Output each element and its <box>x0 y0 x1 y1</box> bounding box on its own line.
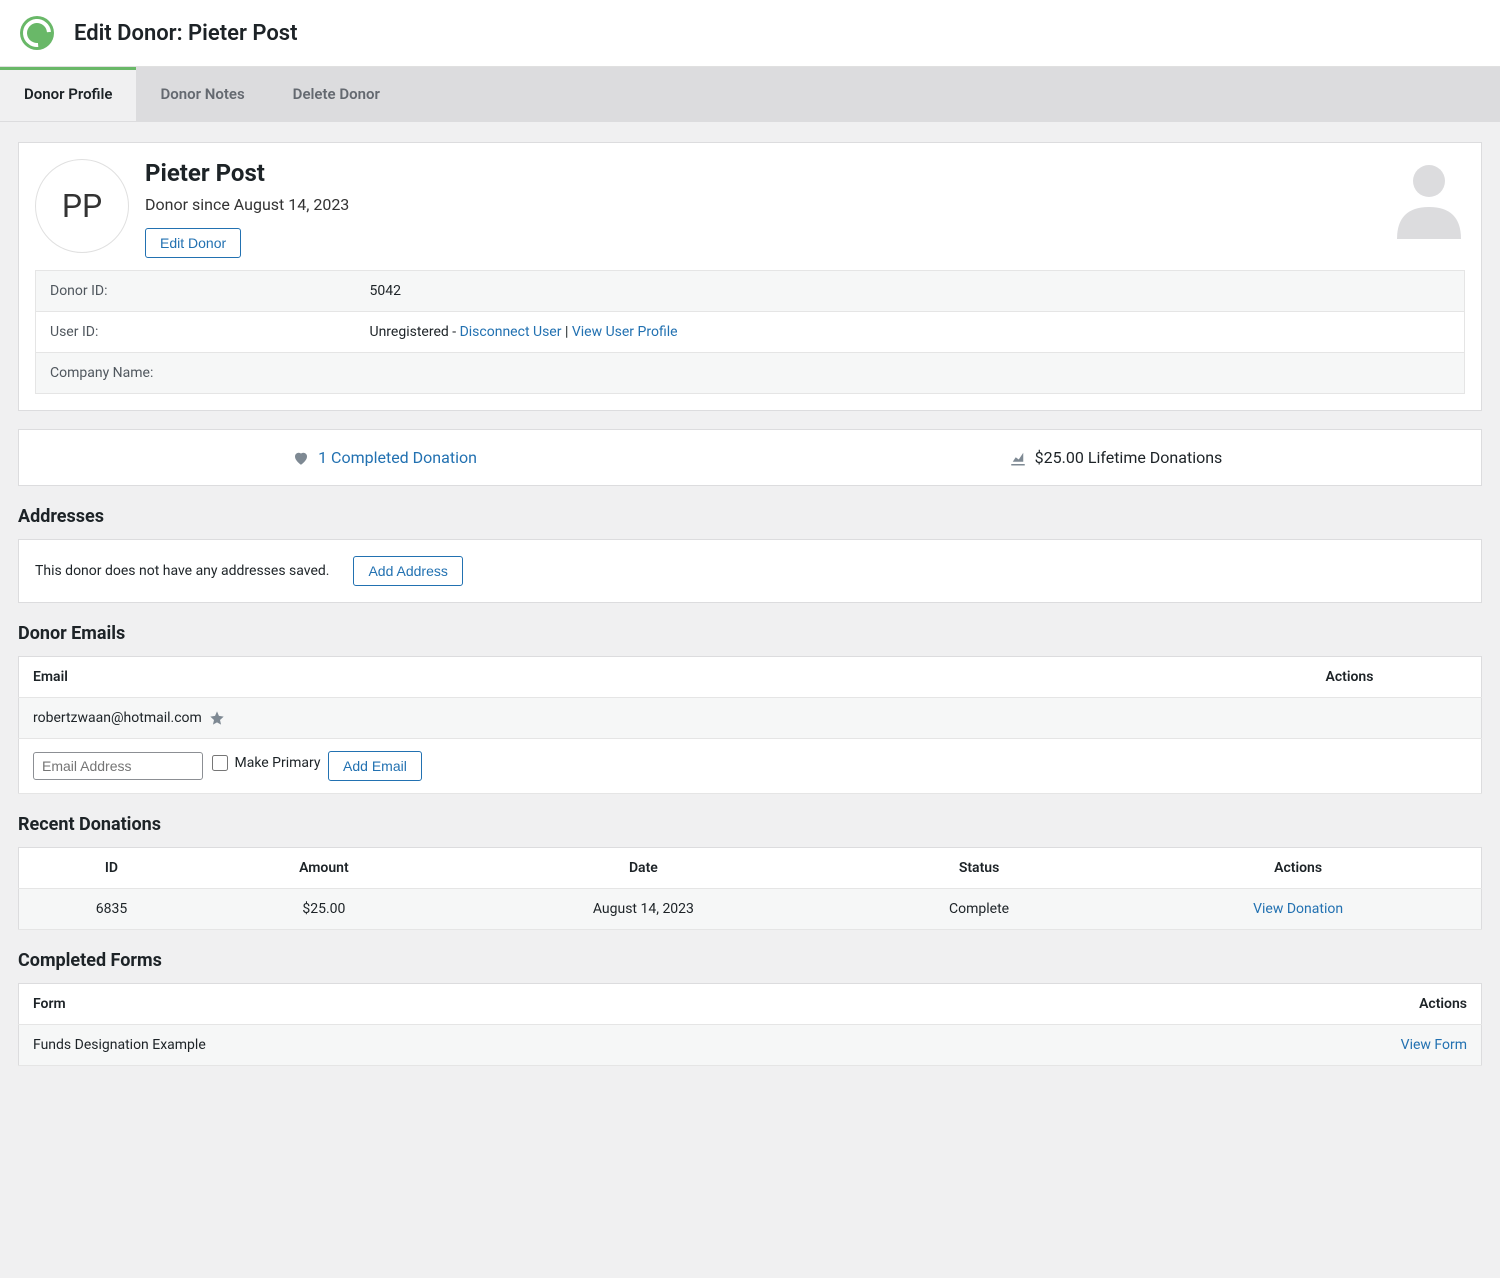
donor-emails-heading: Donor Emails <box>18 623 1482 644</box>
recent-col-actions: Actions <box>1115 848 1481 889</box>
row-company-name: Company Name: <box>36 353 1465 394</box>
tab-donor-profile[interactable]: Donor Profile <box>0 67 136 121</box>
add-address-button[interactable]: Add Address <box>353 556 462 586</box>
user-id-prefix: Unregistered - <box>370 324 460 340</box>
addresses-heading: Addresses <box>18 506 1482 527</box>
add-email-button[interactable]: Add Email <box>328 751 422 781</box>
recent-col-id: ID <box>19 848 204 889</box>
chart-icon <box>1009 449 1027 467</box>
make-primary-label: Make Primary <box>234 755 320 771</box>
completed-form-row: Funds Designation Example View Form <box>19 1025 1482 1066</box>
tab-delete-donor[interactable]: Delete Donor <box>269 67 404 121</box>
recent-donation-row: 6835 $25.00 August 14, 2023 Complete Vie… <box>19 889 1482 930</box>
disconnect-user-link[interactable]: Disconnect User <box>460 324 562 340</box>
donor-avatar: PP <box>35 159 129 253</box>
recent-donations-table: ID Amount Date Status Actions 6835 $25.0… <box>18 847 1482 930</box>
email-row-add: Make Primary Add Email <box>19 739 1482 794</box>
profile-card: PP Pieter Post Donor since August 14, 20… <box>18 142 1482 411</box>
tabs-nav: Donor Profile Donor Notes Delete Donor <box>0 67 1500 122</box>
email-row-primary: robertzwaan@hotmail.com <box>19 698 1482 739</box>
user-id-separator: | <box>561 324 571 340</box>
company-label: Company Name: <box>36 353 356 394</box>
recent-amount: $25.00 <box>204 889 444 930</box>
forms-col-form: Form <box>19 984 1312 1025</box>
addresses-card: This donor does not have any addresses s… <box>18 539 1482 603</box>
recent-status: Complete <box>843 889 1115 930</box>
recent-date: August 14, 2023 <box>444 889 843 930</box>
donor-name: Pieter Post <box>145 159 1377 187</box>
stats-card: 1 Completed Donation $25.00 Lifetime Don… <box>18 429 1482 486</box>
donor-details-table: Donor ID: 5042 User ID: Unregistered - D… <box>35 270 1465 394</box>
completed-forms-heading: Completed Forms <box>18 950 1482 971</box>
recent-donations-heading: Recent Donations <box>18 814 1482 835</box>
heart-icon <box>292 449 310 467</box>
row-user-id: User ID: Unregistered - Disconnect User … <box>36 312 1465 353</box>
completed-forms-table: Form Actions Funds Designation Example V… <box>18 983 1482 1066</box>
recent-col-date: Date <box>444 848 843 889</box>
edit-donor-button[interactable]: Edit Donor <box>145 228 241 258</box>
recent-col-status: Status <box>843 848 1115 889</box>
star-icon <box>209 710 225 726</box>
givewp-logo-icon <box>20 16 54 50</box>
emails-col-actions: Actions <box>1312 657 1482 698</box>
tab-donor-notes[interactable]: Donor Notes <box>136 67 268 121</box>
page-header: Edit Donor: Pieter Post <box>0 0 1500 67</box>
view-form-link[interactable]: View Form <box>1401 1037 1467 1053</box>
user-id-label: User ID: <box>36 312 356 353</box>
company-value <box>356 353 1465 394</box>
primary-email-value: robertzwaan@hotmail.com <box>33 710 202 726</box>
lifetime-donations-value: $25.00 Lifetime Donations <box>1035 448 1223 467</box>
donor-since-label: Donor since August 14, 2023 <box>145 195 1377 214</box>
page-title: Edit Donor: Pieter Post <box>74 21 297 46</box>
donor-id-label: Donor ID: <box>36 271 356 312</box>
make-primary-checkbox[interactable] <box>212 755 228 771</box>
completed-donations-link[interactable]: 1 Completed Donation <box>318 448 477 467</box>
form-name: Funds Designation Example <box>19 1025 1312 1066</box>
donor-emails-table: Email Actions robertzwaan@hotmail.com Ma… <box>18 656 1482 794</box>
forms-col-actions: Actions <box>1312 984 1482 1025</box>
recent-col-amount: Amount <box>204 848 444 889</box>
emails-col-email: Email <box>19 657 1312 698</box>
addresses-empty-text: This donor does not have any addresses s… <box>35 563 329 579</box>
email-address-input[interactable] <box>33 752 203 780</box>
row-donor-id: Donor ID: 5042 <box>36 271 1465 312</box>
donor-id-value: 5042 <box>356 271 1465 312</box>
recent-id: 6835 <box>19 889 204 930</box>
view-user-profile-link[interactable]: View User Profile <box>572 324 678 340</box>
user-silhouette-icon <box>1393 159 1465 239</box>
view-donation-link[interactable]: View Donation <box>1253 901 1343 917</box>
